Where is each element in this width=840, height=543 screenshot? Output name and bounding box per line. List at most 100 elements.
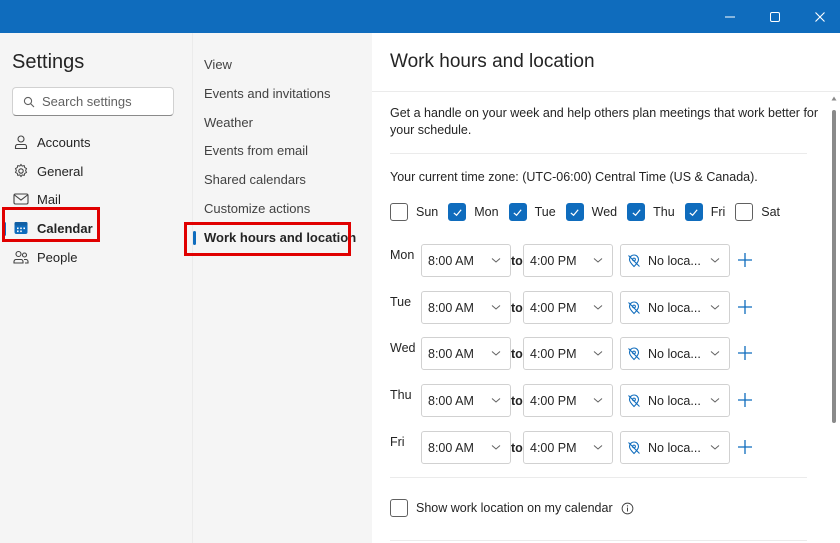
end-time-dropdown[interactable]: 4:00 PM xyxy=(523,384,613,417)
minimize-button[interactable] xyxy=(707,0,753,33)
schedule-row-mon: Mon 8:00 AM to 4:00 PM No loca... xyxy=(390,244,790,278)
settings-item-label: People xyxy=(37,249,78,265)
to-label: to xyxy=(511,254,523,268)
plus-icon xyxy=(738,393,752,407)
schedule-row-tue: Tue 8:00 AM to 4:00 PM No loca... xyxy=(390,291,790,325)
page-title: Work hours and location xyxy=(390,51,595,72)
maximize-button[interactable] xyxy=(752,0,798,33)
schedule-row-fri: Fri 8:00 AM to 4:00 PM No loca... xyxy=(390,431,790,465)
location-value: No loca... xyxy=(648,300,701,315)
chevron-down-icon xyxy=(593,258,603,263)
day-label: Fri xyxy=(710,205,726,219)
add-time-button[interactable] xyxy=(735,437,755,457)
chevron-down-icon xyxy=(593,351,603,356)
start-time-dropdown[interactable]: 8:00 AM xyxy=(421,337,511,370)
day-checkbox-wed[interactable]: Wed xyxy=(565,203,618,221)
calendar-nav-item-events-and-invitations[interactable]: Events and invitations xyxy=(193,79,372,107)
add-time-button[interactable] xyxy=(735,343,755,363)
settings-item-calendar[interactable]: Calendar xyxy=(0,214,192,242)
add-time-button[interactable] xyxy=(735,250,755,270)
scrollbar-thumb[interactable] xyxy=(832,110,836,423)
end-time-dropdown[interactable]: 4:00 PM xyxy=(523,337,613,370)
checkbox[interactable] xyxy=(390,499,408,517)
day-checkbox-mon[interactable]: Mon xyxy=(448,203,499,221)
calendar-nav-item-weather[interactable]: Weather xyxy=(193,108,372,136)
checkbox[interactable] xyxy=(508,203,527,221)
chevron-down-icon xyxy=(491,305,501,310)
chevron-down-icon xyxy=(491,258,501,263)
settings-item-accounts[interactable]: Accounts xyxy=(0,128,192,156)
day-checkbox-sun[interactable]: Sun xyxy=(390,203,438,221)
start-time-dropdown[interactable]: 8:00 AM xyxy=(421,244,511,277)
settings-nav: Settings Accounts General Mail Calendar … xyxy=(0,33,192,543)
scroll-up-arrow-icon[interactable] xyxy=(831,96,837,101)
checkbox[interactable] xyxy=(684,203,703,221)
start-time-value: 8:00 AM xyxy=(428,346,474,361)
plus-icon xyxy=(738,253,752,267)
schedule-row-wed: Wed 8:00 AM to 4:00 PM No loca... xyxy=(390,337,790,371)
day-checkbox-tue[interactable]: Tue xyxy=(508,203,556,221)
checkbox[interactable] xyxy=(735,203,754,221)
checkbox[interactable] xyxy=(448,203,467,221)
maximize-icon xyxy=(770,11,780,22)
start-time-value: 8:00 AM xyxy=(428,300,474,315)
add-time-button[interactable] xyxy=(735,390,755,410)
chevron-down-icon xyxy=(710,351,720,356)
start-time-dropdown[interactable]: 8:00 AM xyxy=(421,384,511,417)
chevron-down-icon xyxy=(710,258,720,263)
mail-icon xyxy=(12,190,30,208)
settings-item-people[interactable]: People xyxy=(0,243,192,271)
day-checkbox-thu[interactable]: Thu xyxy=(627,203,675,221)
settings-title: Settings xyxy=(12,51,85,73)
end-time-dropdown[interactable]: 4:00 PM xyxy=(523,291,613,324)
calendar-nav-item-work-hours-and-location[interactable]: Work hours and location xyxy=(193,223,372,251)
add-time-button[interactable] xyxy=(735,297,755,317)
schedule-row-thu: Thu 8:00 AM to 4:00 PM No loca... xyxy=(390,384,790,418)
location-dropdown[interactable]: No loca... xyxy=(620,291,730,324)
row-day-label: Thu xyxy=(390,388,412,402)
start-time-dropdown[interactable]: 8:00 AM xyxy=(421,431,511,464)
calendar-nav-item-customize-actions[interactable]: Customize actions xyxy=(193,194,372,222)
checkbox[interactable] xyxy=(565,203,584,221)
search-box[interactable] xyxy=(12,87,174,116)
location-dropdown[interactable]: No loca... xyxy=(620,244,730,277)
row-day-label: Tue xyxy=(390,295,412,309)
divider xyxy=(390,477,807,478)
day-label: Tue xyxy=(534,205,556,219)
settings-item-general[interactable]: General xyxy=(0,157,192,185)
checkmark-icon xyxy=(632,208,641,216)
end-time-dropdown[interactable]: 4:00 PM xyxy=(523,244,613,277)
location-dropdown[interactable]: No loca... xyxy=(620,431,730,464)
end-time-value: 4:00 PM xyxy=(530,440,577,455)
calendar-nav-item-view[interactable]: View xyxy=(193,50,372,78)
day-checkbox-fri[interactable]: Fri xyxy=(684,203,726,221)
title-bar xyxy=(0,0,840,33)
location-dropdown[interactable]: No loca... xyxy=(620,384,730,417)
end-time-dropdown[interactable]: 4:00 PM xyxy=(523,431,613,464)
location-dropdown[interactable]: No loca... xyxy=(620,337,730,370)
start-time-value: 8:00 AM xyxy=(428,253,474,268)
start-time-value: 8:00 AM xyxy=(428,440,474,455)
info-icon[interactable] xyxy=(621,502,634,515)
calendar-nav-item-shared-calendars[interactable]: Shared calendars xyxy=(193,165,372,193)
show-work-location-checkbox[interactable]: Show work location on my calendar xyxy=(390,499,634,517)
checkmark-icon xyxy=(689,208,698,216)
chevron-down-icon xyxy=(710,445,720,450)
close-icon xyxy=(815,11,825,22)
start-time-dropdown[interactable]: 8:00 AM xyxy=(421,291,511,324)
settings-item-mail[interactable]: Mail xyxy=(0,185,192,213)
to-label: to xyxy=(511,347,523,361)
show-work-location-label: Show work location on my calendar xyxy=(416,501,613,515)
close-button[interactable] xyxy=(797,0,840,33)
settings-item-label: Accounts xyxy=(37,134,91,150)
calendar-icon xyxy=(12,219,30,237)
checkbox[interactable] xyxy=(390,203,408,221)
person-icon xyxy=(12,133,30,151)
checkmark-icon xyxy=(453,208,462,216)
search-input[interactable] xyxy=(42,94,162,109)
checkbox[interactable] xyxy=(627,203,646,221)
day-label: Wed xyxy=(591,205,618,219)
calendar-nav-item-events-from-email[interactable]: Events from email xyxy=(193,136,372,164)
row-day-label: Mon xyxy=(390,248,415,262)
day-checkbox-sat[interactable]: Sat xyxy=(735,203,780,221)
